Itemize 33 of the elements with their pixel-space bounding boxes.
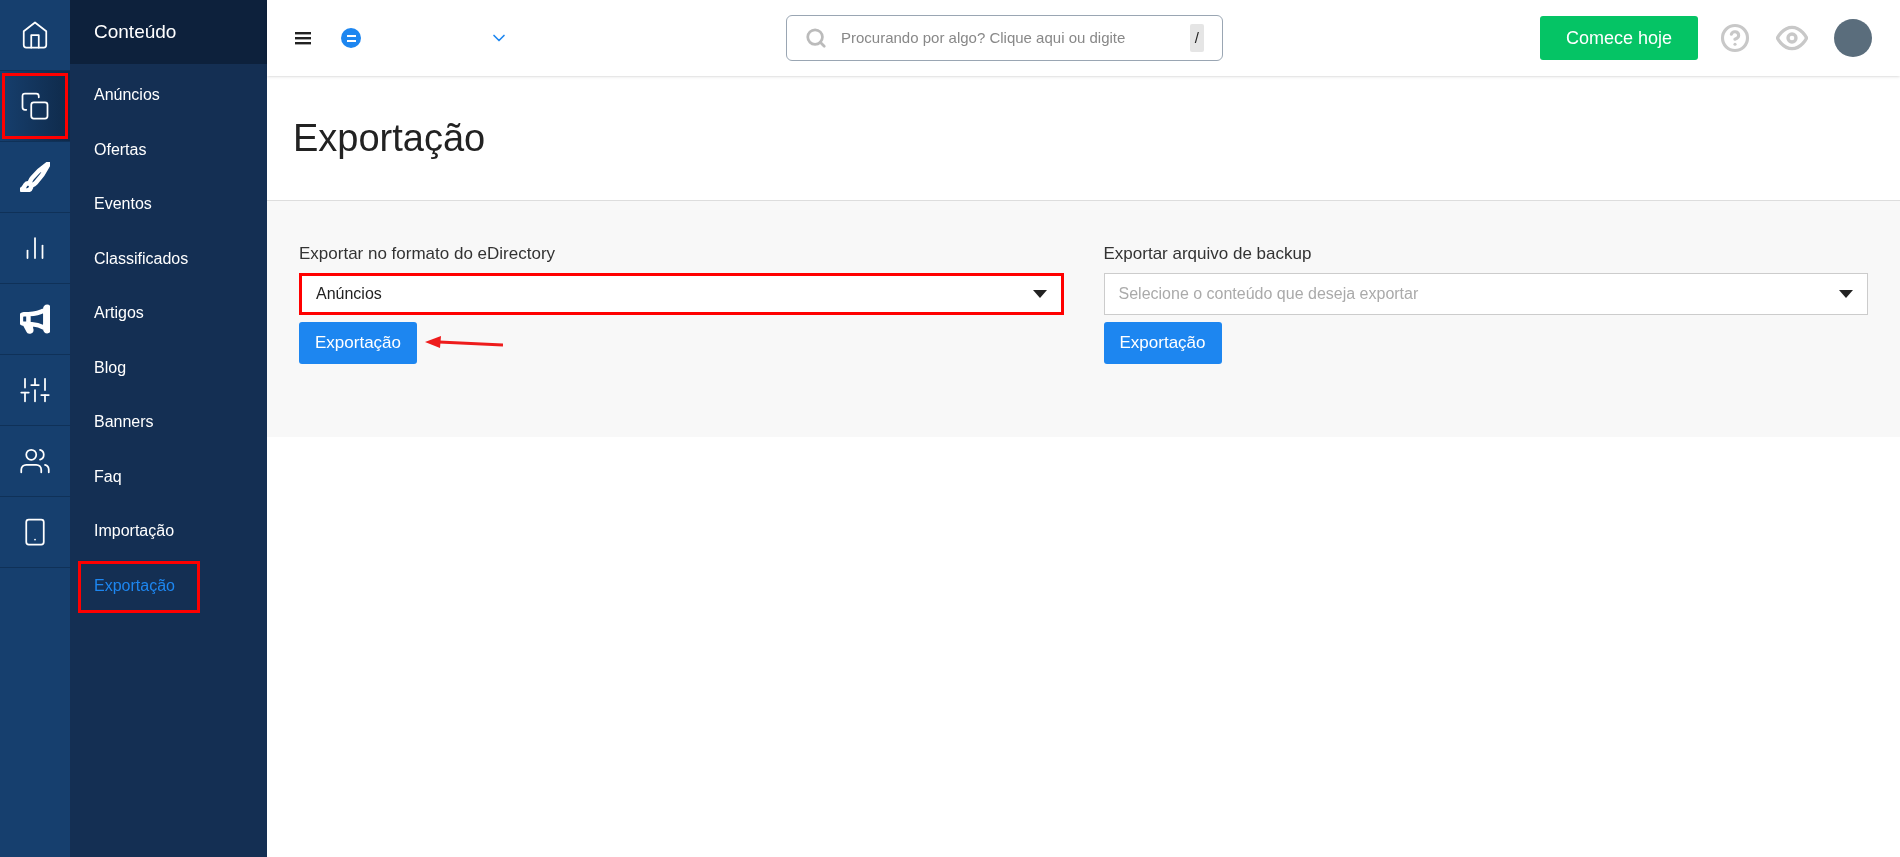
shortcut-key: / [1189,23,1204,53]
dropdown[interactable]: Anúncios [299,272,1064,315]
sliders-icon [20,375,50,405]
brush-icon [20,162,50,192]
highlight-frame [2,73,68,139]
megaphone-icon [20,304,50,334]
submenu-item[interactable]: Anúncios [94,83,160,108]
menu-icon[interactable] [295,31,311,45]
home-icon [20,20,50,50]
submenu-item[interactable]: Classificados [94,246,189,271]
export-button[interactable]: Exportação [1103,321,1222,364]
page-title: Exportação [293,115,486,161]
logo-icon [341,28,361,48]
submenu-item[interactable]: Importação [94,519,175,544]
search-field[interactable]: Procurando por algo? Clique aqui ou digite / [786,15,1223,61]
search-icon [805,27,827,49]
field-label: Exportar no formato do eDirectory [299,243,557,265]
search-input[interactable]: Procurando por algo? Clique aqui ou digite [841,26,1176,50]
submenu-item[interactable]: Faq [94,464,122,489]
caret-icon [1032,289,1047,298]
documents-icon [20,91,50,121]
submenu-item[interactable]: Exportação [94,573,175,598]
users-icon [20,446,50,476]
submenu-title: Conteúdo [94,19,177,44]
submenu-item[interactable]: Ofertas [94,137,147,162]
field-label: Exportar arquivo de backup [1103,243,1313,265]
submenu-item[interactable]: Artigos [94,301,144,326]
caret-icon [1839,289,1853,298]
submenu-item[interactable]: Banners [94,410,154,435]
export-button[interactable]: Exportação [299,321,417,364]
avatar[interactable] [1834,19,1872,57]
submenu-item[interactable]: Eventos [94,192,152,217]
submenu-item[interactable]: Blog [94,355,127,380]
